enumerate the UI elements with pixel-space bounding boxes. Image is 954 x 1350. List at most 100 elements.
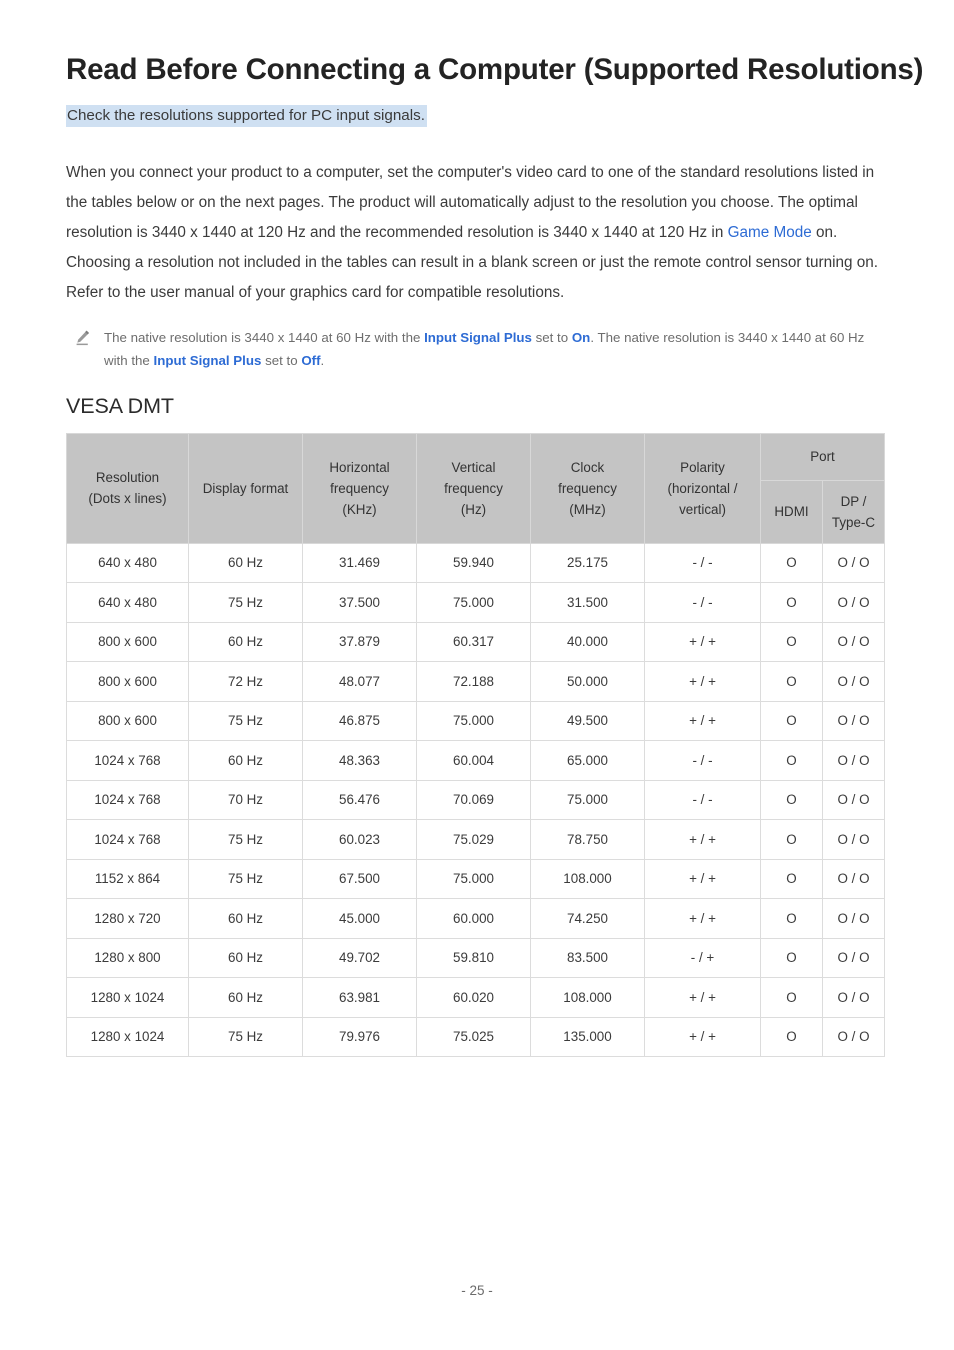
cell-clock: 108.000 <box>530 977 645 1018</box>
table-row: 1152 x 864 75 Hz 67.500 75.000 108.000 + / + O… <box>66 858 885 900</box>
cell-hfreq: 31.469 <box>302 542 417 584</box>
document-page: Read Before Connecting a Computer (Suppo… <box>0 0 954 1350</box>
table-row: 1024 x 768 70 Hz 56.476 70.069 75.000- / -OO… <box>66 779 885 821</box>
cell-format: 75 Hz <box>188 582 303 623</box>
note-text-4: set to <box>261 352 302 368</box>
cell-resolution: 1280 x 800 <box>66 937 189 979</box>
table-row: 1280 x 720 60 Hz 45.000 60.000 74.250 + / + O O… <box>66 898 885 939</box>
column-header-display-format: Display format <box>188 432 303 544</box>
page-number: - 25 - <box>461 1283 493 1298</box>
cell-dp: O / O <box>822 779 885 821</box>
cell-polarity: + / + <box>644 819 761 860</box>
cell-vfreq: 75.025 <box>416 1016 531 1058</box>
cell-hdmi: O <box>760 898 823 939</box>
cell-hdmi: O <box>760 740 823 781</box>
table-header-row-1: Resolution (Dots x lines) Display format… <box>66 432 885 544</box>
cell-vfreq: 75.029 <box>416 819 531 860</box>
cell-resolution: 1024 x 768 <box>66 740 189 781</box>
cell-hdmi: O <box>760 1016 823 1058</box>
table-row: 800 x 600 60 Hz 37.879 60.317 40.000 + / + O O … <box>66 621 885 663</box>
column-header-resolution-line2: (Dots x lines) <box>88 491 167 507</box>
cell-clock: 75.000 <box>530 779 645 821</box>
cell-dp: O / O <box>822 621 885 663</box>
cell-hdmi: O <box>760 542 823 584</box>
table-body: 640 x 480 60 Hz 31.469 59.940 25.175- / -OO … <box>66 542 885 1058</box>
cell-dp: O / O <box>822 977 885 1018</box>
table-row: 800 x 600 72 Hz 48.077 72.188 50.000 + / + O O … <box>66 661 885 702</box>
cell-dp: O / O <box>822 661 885 702</box>
cell-dp: O / O <box>822 898 885 939</box>
column-header-clock-line3: (MHz) <box>569 501 606 517</box>
cell-polarity: + / + <box>644 621 761 663</box>
cell-vfreq: 75.000 <box>416 858 531 900</box>
table-row: 1280 x 1024 60 Hz 63.981 60.020 108.000 + / +… <box>66 977 885 1018</box>
cell-clock: 65.000 <box>530 740 645 781</box>
cell-polarity: - / + <box>644 937 761 979</box>
column-header-vertical-line3: (Hz) <box>460 501 487 517</box>
note-text-2: set to <box>531 329 572 345</box>
column-header-resolution-line1: Resolution <box>95 470 160 486</box>
cell-resolution: 1152 x 864 <box>66 858 189 900</box>
note-term-input-signal-plus-1: Input Signal Plus <box>424 329 532 345</box>
column-header-display-format-text: Display format <box>202 480 289 496</box>
cell-clock: 40.000 <box>530 621 645 663</box>
cell-resolution: 640 x 480 <box>66 582 189 623</box>
cell-polarity: - / - <box>644 740 761 781</box>
cell-polarity: + / + <box>644 898 761 939</box>
cell-hfreq: 37.500 <box>302 582 417 623</box>
cell-resolution: 640 x 480 <box>66 542 189 584</box>
cell-format: 60 Hz <box>188 898 303 939</box>
cell-format: 70 Hz <box>188 779 303 821</box>
column-header-dp-line2: Type-C <box>831 514 876 530</box>
game-mode-link[interactable]: Game Mode <box>728 224 812 241</box>
cell-vfreq: 60.000 <box>416 898 531 939</box>
table-row: 1280 x 800 60 Hz 49.702 59.810 83.500- / + O O… <box>66 937 885 979</box>
table-row: 1024 x 768 75 Hz 60.023 75.029 78.750 + / + O O… <box>66 819 885 860</box>
table-row: 640 x 480 60 Hz 31.469 59.940 25.175- / -OO … <box>66 542 885 584</box>
cell-polarity: - / - <box>644 582 761 623</box>
cell-format: 75 Hz <box>188 1016 303 1058</box>
page-title: Read Before Connecting a Computer (Suppo… <box>66 53 924 86</box>
cell-resolution: 1024 x 768 <box>66 819 189 860</box>
cell-dp: O / O <box>822 542 885 584</box>
cell-hdmi: O <box>760 779 823 821</box>
supported-resolutions-table: Resolution (Dots x lines) Display format… <box>66 432 885 1058</box>
cell-vfreq: 60.020 <box>416 977 531 1018</box>
column-header-dp-type-c: DP / Type-C <box>822 479 885 544</box>
cell-hdmi: O <box>760 700 823 742</box>
column-header-vertical-line2: frequency <box>444 480 503 496</box>
cell-resolution: 1280 x 720 <box>66 898 189 939</box>
cell-hdmi: O <box>760 937 823 979</box>
column-header-polarity-line2: (horizontal / <box>667 480 738 496</box>
cell-dp: O / O <box>822 740 885 781</box>
cell-hdmi: O <box>760 661 823 702</box>
note-text-1: The native resolution is 3440 x 1440 at … <box>104 329 425 345</box>
cell-resolution: 800 x 600 <box>66 661 189 702</box>
note-term-off: Off <box>301 352 321 368</box>
cell-clock: 50.000 <box>530 661 645 702</box>
cell-hdmi: O <box>760 819 823 860</box>
cell-format: 60 Hz <box>188 937 303 979</box>
cell-dp: O / O <box>822 1016 885 1058</box>
note-term-on: On <box>571 329 591 345</box>
column-header-horizontal-line2: frequency <box>330 480 389 496</box>
column-header-port: Port <box>760 432 885 481</box>
cell-clock: 49.500 <box>530 700 645 742</box>
column-header-clock-frequency: Clock frequency (MHz) <box>530 432 645 544</box>
section-title-vesa-dmt: VESA DMT <box>66 393 174 418</box>
cell-clock: 31.500 <box>530 582 645 623</box>
table-header: Resolution (Dots x lines) Display format… <box>66 432 885 544</box>
cell-format: 75 Hz <box>188 700 303 742</box>
pencil-icon <box>74 326 104 346</box>
cell-dp: O / O <box>822 700 885 742</box>
table-row: 640 x 480 75 Hz 37.500 75.000 31.500- / -OO … <box>66 582 885 623</box>
cell-vfreq: 72.188 <box>416 661 531 702</box>
column-header-vertical-frequency: Vertical frequency (Hz) <box>416 432 531 544</box>
cell-hdmi: O <box>760 621 823 663</box>
cell-dp: O / O <box>822 819 885 860</box>
cell-hdmi: O <box>760 582 823 623</box>
cell-format: 75 Hz <box>188 819 303 860</box>
cell-vfreq: 59.810 <box>416 937 531 979</box>
cell-hdmi: O <box>760 858 823 900</box>
cell-hfreq: 45.000 <box>302 898 417 939</box>
